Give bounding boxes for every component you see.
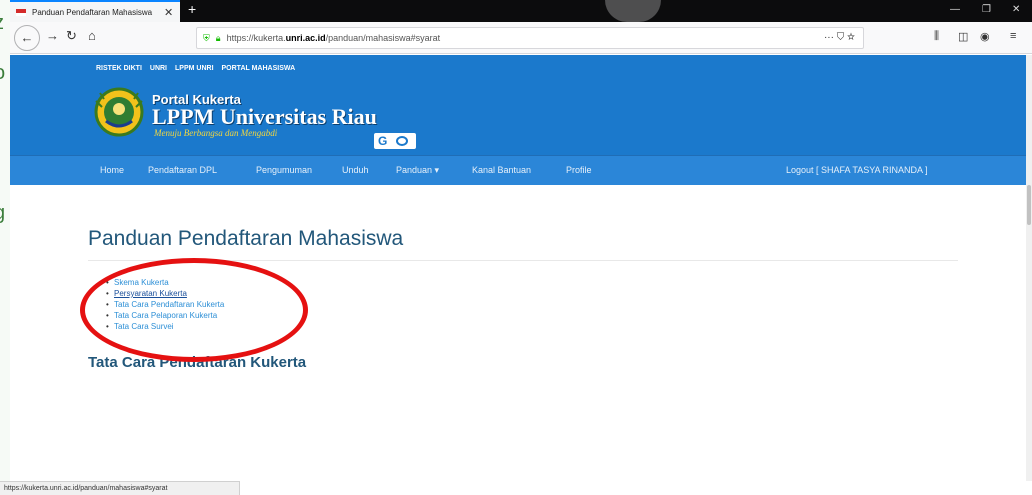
sidebar-icon[interactable]: ◫ [958,30,968,43]
page-actions-icons[interactable]: ··· ⛉ ☆ [824,32,855,43]
nav-home[interactable]: Home [100,165,124,175]
page-title: Panduan Pendaftaran Mahasiswa [88,227,404,250]
top-links: RISTEK DIKTI UNRI LPPM UNRI PORTAL MAHAS… [96,65,295,72]
badge-logo-icon: G [374,133,416,149]
logout-link[interactable]: Logout [ SHAFA TASYA RINANDA ] [786,165,928,175]
lock-icon: 🔒︎ [215,32,221,43]
scrollbar-thumb[interactable] [1027,185,1031,225]
site-header: RISTEK DIKTI UNRI LPPM UNRI PORTAL MAHAS… [10,55,1028,155]
background-desktop: z o - g [0,0,10,495]
navigation-toolbar: ← → ↻ ⌂ ⛨ 🔒︎ https://kukerta. unri.ac.id /… [10,22,1032,54]
account-icon[interactable]: ◉ [980,30,990,43]
link-tata-cara-survei[interactable]: Tata Cara Survei [106,322,224,333]
menu-icon[interactable]: ≡ [1010,30,1016,42]
nav-pengumuman[interactable]: Pengumuman [256,165,312,175]
address-bar[interactable]: ⛨ 🔒︎ https://kukerta. unri.ac.id/panduan/… [196,27,864,49]
link-tata-cara-pelaporan[interactable]: Tata Cara Pelaporan Kukerta [106,311,224,322]
status-url: https://kukerta.unri.ac.id/panduan/mahas… [0,481,240,495]
guide-links: Skema Kukerta Persyaratan Kukerta Tata C… [106,278,224,333]
top-link-ristek[interactable]: RISTEK DIKTI [96,65,142,72]
tab-bar: Panduan Pendaftaran Mahasiswa ✕ + — ❐ ✕ [10,0,1032,22]
nav-unduh[interactable]: Unduh [342,165,369,175]
section-title: Tata Cara Pendaftaran Kukerta [88,354,307,371]
tab-title: Panduan Pendaftaran Mahasiswa [32,7,153,17]
nav-kanal-bantuan[interactable]: Kanal Bantuan [472,165,531,175]
link-skema-kukerta[interactable]: Skema Kukerta [106,278,224,289]
page-scrollbar[interactable] [1026,55,1032,481]
top-link-lppm[interactable]: LPPM UNRI [175,65,214,72]
nav-pendaftaran-dpl[interactable]: Pendaftaran DPL [148,165,217,175]
top-link-portal[interactable]: PORTAL MAHASISWA [222,65,296,72]
forward-arrow-icon[interactable]: → [46,28,59,43]
link-tata-cara-pendaftaran[interactable]: Tata Cara Pendaftaran Kukerta [106,300,224,311]
brand-title: LPPM Universitas Riau [152,104,377,129]
nav-profile[interactable]: Profile [566,165,592,175]
url-prefix: https://kukerta. [226,33,286,43]
link-persyaratan-kukerta[interactable]: Persyaratan Kukerta [106,289,224,300]
nav-panduan-dropdown[interactable]: Panduan ▾ [396,165,439,176]
reload-icon[interactable]: ↻ [66,28,77,44]
library-icon[interactable]: ⫼ [934,30,939,43]
main-nav: Home Pendaftaran DPL Pengumuman Unduh Pa… [10,155,1028,185]
top-link-unri[interactable]: UNRI [150,65,167,72]
web-page: RISTEK DIKTI UNRI LPPM UNRI PORTAL MAHAS… [10,55,1028,481]
divider [88,260,958,261]
url-path: /panduan/mahasiswa#syarat [325,33,441,43]
home-icon[interactable]: ⌂ [88,28,96,43]
url-host: unri.ac.id [285,33,326,43]
new-tab-icon[interactable]: + [188,1,196,17]
close-tab-icon[interactable]: ✕ [164,6,173,19]
site-favicon-icon [16,8,26,16]
back-arrow-icon[interactable]: ← [14,25,40,51]
shield-icon: ⛨ [203,32,210,43]
close-window-icon[interactable]: ✕ [1012,4,1020,15]
browser-window: Panduan Pendaftaran Mahasiswa ✕ + — ❐ ✕ … [10,0,1032,495]
active-tab[interactable]: Panduan Pendaftaran Mahasiswa ✕ [10,0,180,22]
minimize-icon[interactable]: — [950,4,960,15]
screenshot: z o - g Panduan Pendaftaran Mahasiswa ✕ … [0,0,1032,495]
unri-logo-icon [94,87,144,137]
maximize-icon[interactable]: ❐ [982,4,991,15]
brand-motto: Menuju Berbangsa dan Mengabdi [154,128,278,138]
